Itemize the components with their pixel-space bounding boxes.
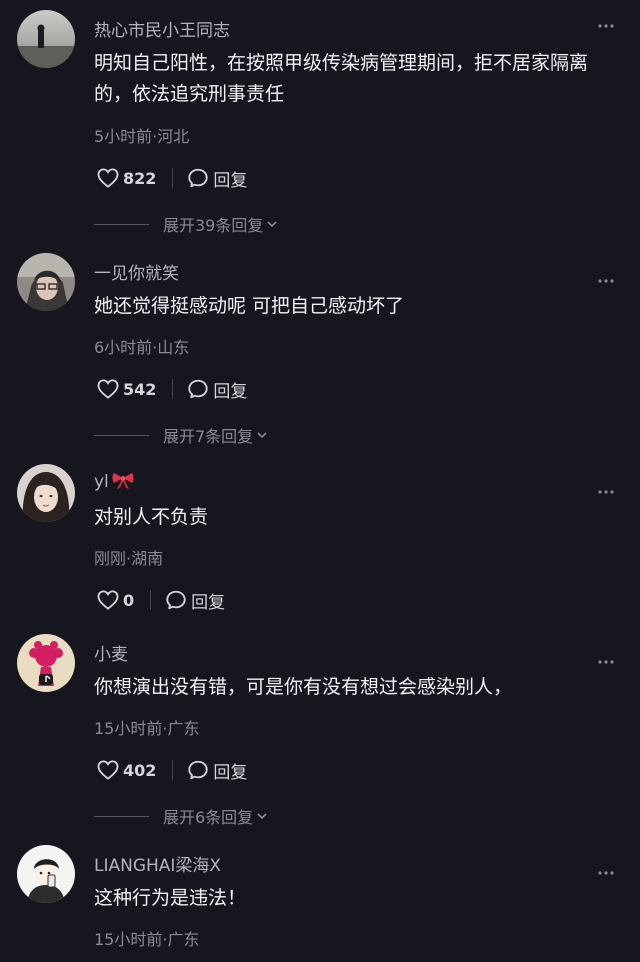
username[interactable]: 热心市民小王同志 (94, 16, 230, 41)
comment-text: 她还觉得挺感动呢 可把自己感动坏了 (94, 295, 405, 317)
like-button[interactable]: 0 (97, 590, 134, 610)
chevron-down-icon (267, 221, 277, 228)
more-options-button[interactable] (596, 16, 616, 36)
username[interactable]: LIANGHAI梁海X (94, 851, 221, 876)
avatar[interactable] (17, 253, 75, 311)
more-horizontal-icon (598, 490, 614, 494)
username[interactable]: yl (94, 470, 135, 495)
comment-actions: 0 回复 (97, 588, 225, 613)
avatar[interactable] (17, 634, 75, 692)
like-button[interactable]: 402 (97, 760, 156, 780)
chevron-down-icon (257, 813, 267, 820)
comment-text: 你想演出没有错，可是你有没有想过会感染别人， (94, 676, 513, 698)
like-count: 0 (123, 590, 135, 610)
expand-replies-label: 展开39条回复 (163, 216, 264, 235)
more-horizontal-icon (598, 24, 614, 28)
reply-label: 回复 (191, 592, 226, 613)
comment-text: 这种行为是违法！ (94, 887, 247, 909)
like-button[interactable]: 542 (97, 379, 156, 399)
reply-button[interactable]: 回复 (187, 166, 247, 191)
red-bow-icon (111, 470, 135, 495)
chevron-down-icon (257, 432, 267, 439)
avatar[interactable] (17, 845, 75, 903)
divider (172, 168, 174, 188)
username[interactable]: 小麦 (94, 640, 128, 665)
expand-replies-label: 展开6条回复 (163, 808, 254, 827)
heart-outline-icon (97, 168, 119, 188)
like-count: 402 (123, 760, 157, 780)
divider (94, 815, 149, 817)
divider (94, 434, 149, 436)
divider (172, 379, 174, 399)
divider (94, 223, 149, 225)
more-horizontal-icon (598, 660, 614, 664)
reply-label: 回复 (213, 170, 248, 191)
more-options-button[interactable] (596, 652, 616, 672)
speech-bubble-icon (188, 379, 209, 399)
reply-button[interactable]: 回复 (187, 377, 247, 402)
username[interactable]: 一见你就笑 (94, 259, 179, 284)
more-options-button[interactable] (596, 482, 616, 502)
reply-label: 回复 (213, 762, 248, 783)
like-count: 822 (123, 168, 157, 188)
avatar[interactable] (17, 464, 75, 522)
username-text: yl (94, 472, 109, 492)
like-button[interactable]: 822 (97, 168, 156, 188)
divider (150, 590, 152, 610)
heart-outline-icon (97, 760, 119, 780)
comment-meta: 15小时前·广东 (94, 930, 200, 949)
comment-meta: 刚刚·湖南 (94, 549, 164, 568)
comment-actions: 822 回复 (97, 166, 247, 191)
heart-outline-icon (97, 590, 119, 610)
reply-button[interactable]: 回复 (165, 588, 225, 613)
avatar[interactable] (17, 10, 75, 68)
divider (172, 760, 174, 780)
expand-replies-button[interactable]: 展开7条回复 (94, 425, 268, 446)
reply-label: 回复 (213, 381, 248, 402)
like-count: 542 (123, 379, 157, 399)
comment-text: 明知自己阳性，在按照甲级传染病管理期间，拒不居家隔离的，依法追究刑事责任 (94, 52, 589, 105)
comment-meta: 5小时前·河北 (94, 127, 190, 146)
comment-text: 对别人不负责 (94, 506, 209, 528)
speech-bubble-icon (166, 590, 186, 610)
comment-meta: 15小时前·广东 (94, 719, 200, 738)
comment-meta: 6小时前·山东 (94, 338, 190, 357)
expand-replies-button[interactable]: 展开39条回复 (94, 214, 278, 235)
heart-outline-icon (97, 379, 119, 399)
speech-bubble-icon (188, 760, 209, 780)
more-options-button[interactable] (596, 271, 616, 291)
expand-replies-button[interactable]: 展开6条回复 (94, 806, 268, 827)
expand-replies-label: 展开7条回复 (163, 427, 254, 446)
more-options-button[interactable] (596, 863, 616, 883)
more-horizontal-icon (598, 871, 614, 875)
more-horizontal-icon (598, 279, 614, 283)
speech-bubble-icon (188, 168, 209, 188)
reply-button[interactable]: 回复 (187, 758, 247, 783)
comment-actions: 402 回复 (97, 758, 247, 783)
comment-actions: 542 回复 (97, 377, 247, 402)
